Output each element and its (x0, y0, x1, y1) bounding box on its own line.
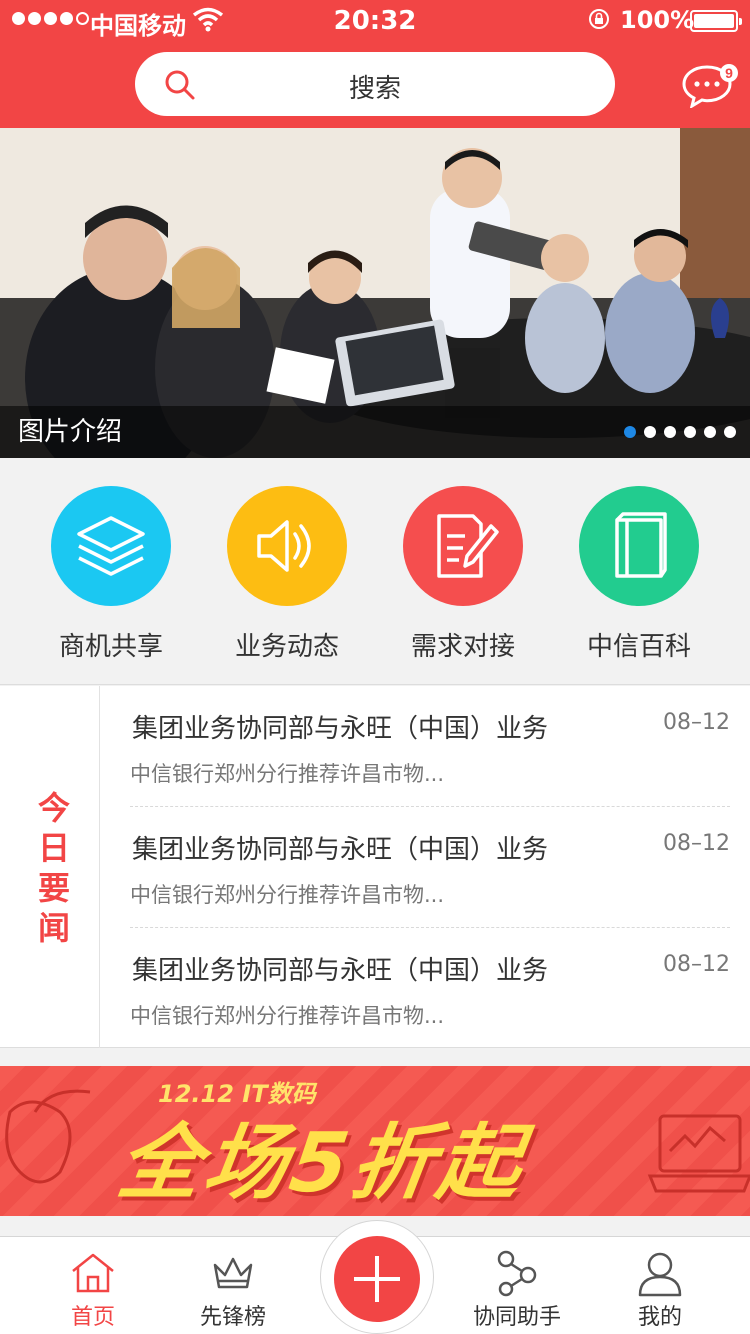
category-business-news[interactable]: 业务动态 (199, 486, 375, 663)
news-date: 08–12 (663, 710, 730, 735)
news-date: 08–12 (663, 952, 730, 977)
add-button[interactable] (334, 1236, 420, 1322)
news-date: 08–12 (663, 831, 730, 856)
search-placeholder: 搜索 (348, 74, 401, 104)
category-label: 业务动态 (234, 632, 339, 662)
promo-banner[interactable]: 12.12 IT数码 全场5折起 (0, 1066, 750, 1216)
layers-icon (51, 486, 171, 606)
battery-percent: 100% (620, 6, 695, 34)
header-bar: 中国移动 20:32 100% 搜索 9 (0, 0, 750, 128)
message-icon[interactable]: 9 (680, 62, 738, 108)
share-network-icon (497, 1250, 537, 1297)
news-title: 集团业务协同部与永旺（中国）业务 (132, 956, 549, 986)
speaker-icon (227, 486, 347, 606)
home-icon (72, 1253, 114, 1293)
banner-page-indicator[interactable] (624, 426, 736, 438)
tab-home[interactable]: 首页 (23, 1237, 163, 1334)
banner-caption: 图片介绍 (18, 417, 123, 447)
today-news-section: 今日要闻 集团业务协同部与永旺（中国）业务 08–12 中信银行郑州分行推荐许昌… (0, 686, 750, 1048)
news-summary: 中信银行郑州分行推荐许昌市物... (130, 883, 445, 907)
search-bar[interactable]: 搜索 (135, 52, 615, 116)
category-citic-wiki[interactable]: 中信百科 (551, 486, 727, 663)
book-icon (579, 486, 699, 606)
status-bar: 中国移动 20:32 100% (0, 0, 750, 40)
message-badge-count: 9 (725, 65, 733, 81)
tab-label: 我的 (637, 1305, 682, 1330)
tab-label: 先锋榜 (199, 1305, 266, 1330)
tab-label: 协同助手 (472, 1305, 561, 1330)
category-label: 中信百科 (586, 632, 691, 662)
news-summary: 中信银行郑州分行推荐许昌市物... (130, 762, 445, 786)
news-item[interactable]: 集团业务协同部与永旺（中国）业务 08–12 中信银行郑州分行推荐许昌市物... (130, 686, 730, 807)
banner-carousel[interactable]: 图片介绍 (0, 128, 750, 458)
mouse-icon (5, 1089, 91, 1184)
promo-title: 全场5折起 (112, 1116, 531, 1211)
category-grid: 商机共享 业务动态 需求对接 中信百科 (0, 458, 750, 685)
category-label: 商机共享 (58, 632, 163, 662)
news-section-label: 今日要闻 (37, 789, 70, 947)
news-title: 集团业务协同部与永旺（中国）业务 (132, 835, 549, 865)
page-dot[interactable] (644, 426, 656, 438)
page-dot[interactable] (704, 426, 716, 438)
news-summary: 中信银行郑州分行推荐许昌市物... (130, 1004, 445, 1028)
category-label: 需求对接 (410, 632, 515, 662)
page-dot[interactable] (624, 426, 636, 438)
tab-label: 首页 (70, 1305, 115, 1330)
laptop-icon (647, 1114, 750, 1193)
document-edit-icon (403, 486, 523, 606)
tab-mine[interactable]: 我的 (590, 1237, 730, 1334)
crown-icon (213, 1257, 253, 1289)
rotation-lock-icon (589, 9, 609, 29)
category-business-share[interactable]: 商机共享 (23, 486, 199, 663)
battery-icon (690, 10, 742, 32)
news-item[interactable]: 集团业务协同部与永旺（中国）业务 08–12 中信银行郑州分行推荐许昌市物... (130, 807, 730, 928)
tab-ranking[interactable]: 先锋榜 (163, 1237, 303, 1334)
news-title: 集团业务协同部与永旺（中国）业务 (132, 714, 549, 744)
tab-assistant[interactable]: 协同助手 (447, 1237, 587, 1334)
page-dot[interactable] (724, 426, 736, 438)
page-dot[interactable] (684, 426, 696, 438)
page-dot[interactable] (664, 426, 676, 438)
category-demand-matching[interactable]: 需求对接 (375, 486, 551, 663)
news-item[interactable]: 集团业务协同部与永旺（中国）业务 08–12 中信银行郑州分行推荐许昌市物... (130, 928, 730, 1049)
user-icon (638, 1252, 682, 1297)
news-section-side: 今日要闻 (0, 686, 100, 1048)
